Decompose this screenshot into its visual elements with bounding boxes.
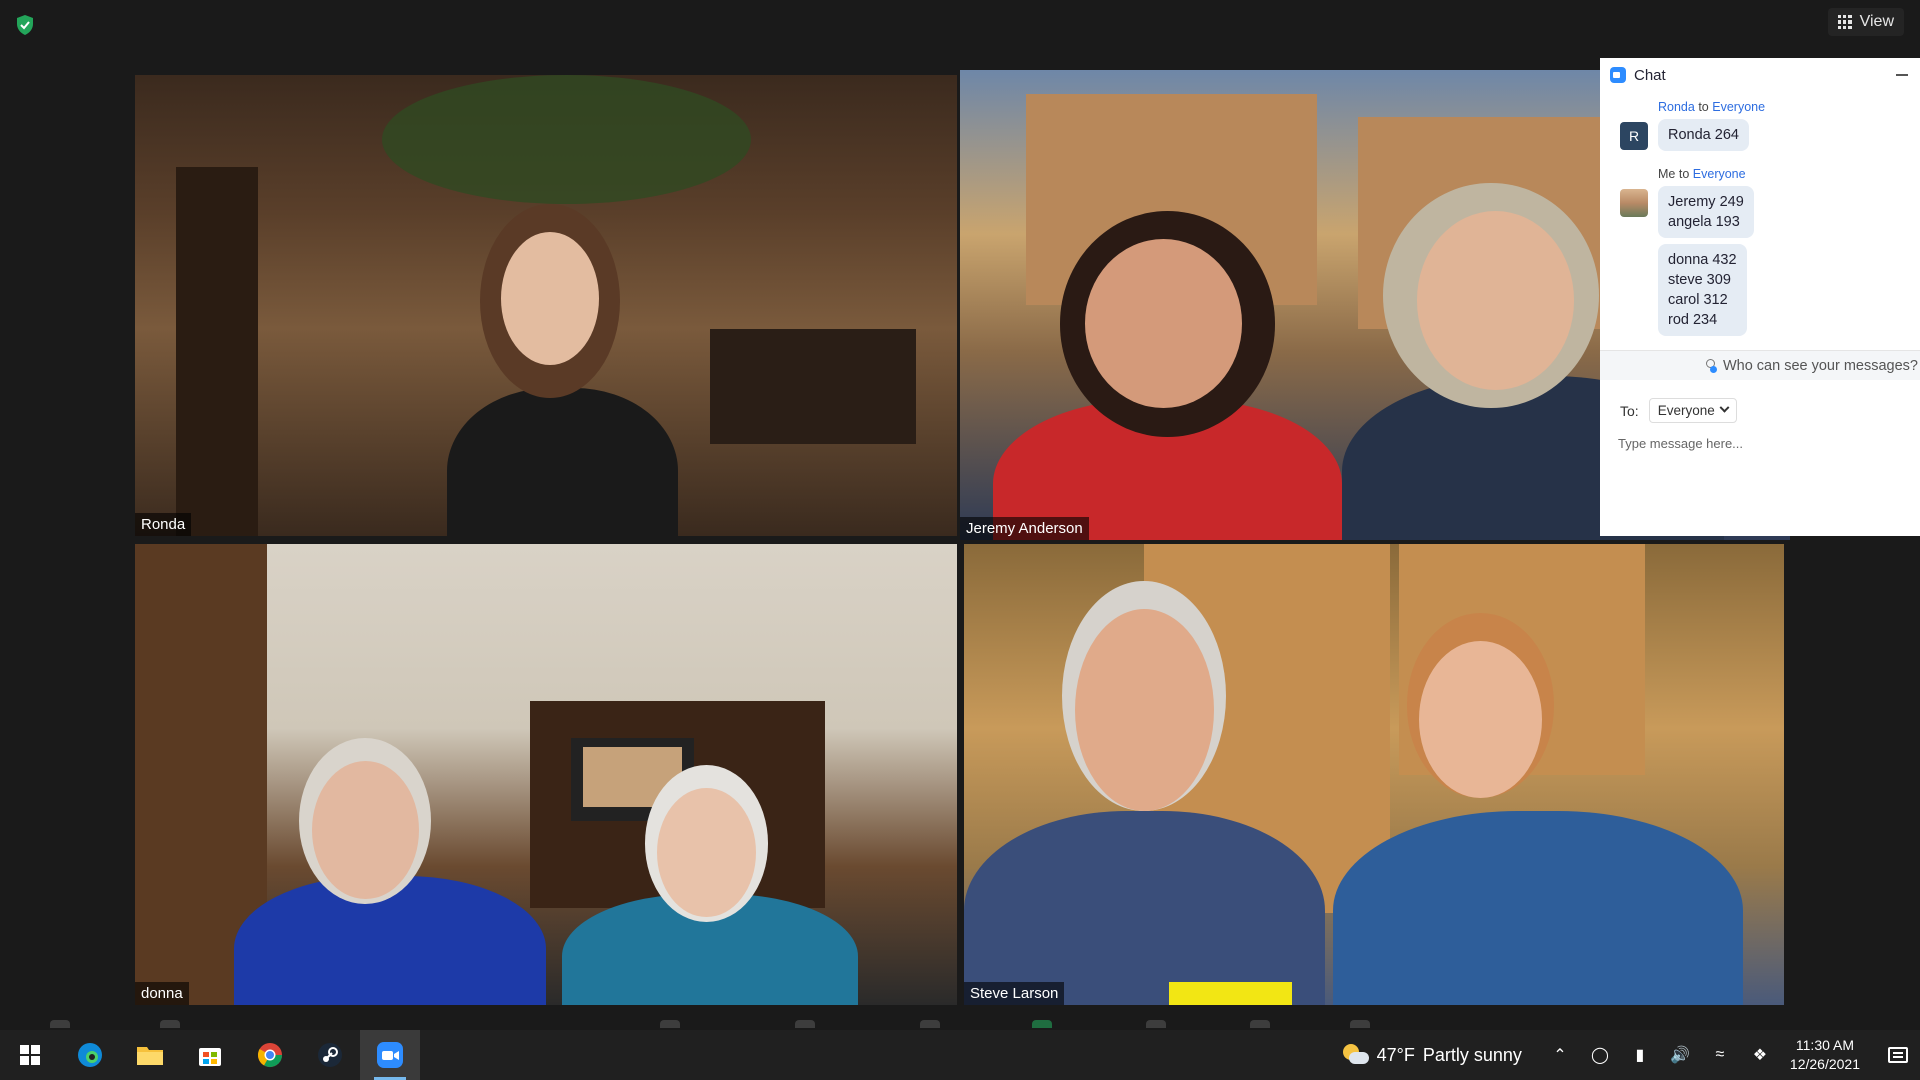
person-visibility-icon bbox=[1703, 358, 1717, 373]
message-meta: Ronda to Everyone bbox=[1658, 100, 1920, 114]
video-tile-ronda[interactable]: Ronda bbox=[135, 75, 957, 536]
weather-temp: 47°F bbox=[1376, 1044, 1415, 1065]
edge-icon[interactable] bbox=[60, 1030, 120, 1080]
clock[interactable]: 11:30 AM 12/26/2021 bbox=[1790, 1036, 1860, 1074]
chat-panel: Chat Ronda to Everyone R Ronda 264 Me to… bbox=[1600, 58, 1920, 536]
chat-bubble[interactable]: Jeremy 249 angela 193 bbox=[1658, 186, 1754, 238]
steam-icon[interactable] bbox=[300, 1030, 360, 1080]
clock-date: 12/26/2021 bbox=[1789, 1056, 1860, 1072]
recipient-name[interactable]: Everyone bbox=[1693, 167, 1746, 181]
clock-time: 11:30 AM bbox=[1795, 1037, 1855, 1053]
chevron-down-icon bbox=[1719, 402, 1730, 413]
zoom-chat-icon bbox=[1610, 67, 1626, 83]
sender-name: Me bbox=[1658, 167, 1676, 181]
view-button[interactable]: View bbox=[1827, 8, 1904, 36]
reactions-control-icon[interactable] bbox=[1250, 1020, 1270, 1028]
participant-name: Ronda bbox=[135, 513, 192, 536]
video-feed bbox=[964, 544, 1784, 1005]
dropbox-icon[interactable]: ❖ bbox=[1740, 1030, 1780, 1080]
participant-name: Steve Larson bbox=[964, 982, 1065, 1005]
microsoft-store-icon[interactable] bbox=[180, 1030, 240, 1080]
participant-name: donna bbox=[135, 982, 189, 1005]
to-word: to bbox=[1698, 100, 1709, 114]
video-control-icon[interactable] bbox=[160, 1020, 180, 1028]
video-tile-steve-larson[interactable]: Steve Larson bbox=[964, 544, 1784, 1005]
meet-now-icon[interactable]: ◯ bbox=[1580, 1030, 1620, 1080]
partly-sunny-icon bbox=[1342, 1044, 1369, 1066]
share-screen-control-icon[interactable] bbox=[1032, 1020, 1052, 1028]
zoom-meeting-window: View Ronda Jeremy Anderson donna Steve L… bbox=[0, 0, 1920, 1080]
weather-condition: Partly sunny bbox=[1422, 1044, 1522, 1065]
message-meta: Me to Everyone bbox=[1658, 167, 1920, 181]
view-label: View bbox=[1859, 13, 1894, 30]
chat-header: Chat bbox=[1600, 58, 1920, 92]
recipient-name[interactable]: Everyone bbox=[1712, 100, 1765, 114]
minimize-icon[interactable] bbox=[1896, 74, 1908, 76]
chrome-icon[interactable] bbox=[240, 1030, 300, 1080]
system-tray: 47°F Partly sunny ⌃ ◯ ▮ 🔊 ≈ ❖ 11:30 AM 1… bbox=[1342, 1030, 1920, 1080]
chat-message-group: Me to Everyone Jeremy 249 angela 193 don… bbox=[1600, 167, 1920, 342]
volume-icon[interactable]: 🔊 bbox=[1660, 1030, 1700, 1080]
battery-icon[interactable]: ▮ bbox=[1620, 1030, 1660, 1080]
avatar: R bbox=[1620, 122, 1648, 150]
windows-logo-icon bbox=[20, 1045, 40, 1065]
chevron-up-icon[interactable]: ⌃ bbox=[1540, 1030, 1580, 1080]
encryption-shield-icon[interactable] bbox=[14, 14, 36, 36]
security-control-icon[interactable] bbox=[660, 1020, 680, 1028]
who-can-see-label: Who can see your messages? bbox=[1722, 357, 1918, 374]
zoom-icon[interactable] bbox=[360, 1030, 420, 1080]
video-feed bbox=[135, 544, 957, 1005]
avatar bbox=[1620, 189, 1648, 217]
chat-bubble[interactable]: donna 432 steve 309 carol 312 rod 234 bbox=[1658, 244, 1747, 336]
recipient-value: Everyone bbox=[1657, 403, 1715, 418]
to-label: To: bbox=[1620, 402, 1639, 419]
chat-bubble[interactable]: Ronda 264 bbox=[1658, 119, 1749, 151]
participants-control-icon[interactable] bbox=[795, 1020, 815, 1028]
chat-message-input[interactable] bbox=[1618, 436, 1908, 516]
recipient-dropdown[interactable]: Everyone bbox=[1648, 398, 1737, 423]
chat-message-group: Ronda to Everyone R Ronda 264 bbox=[1600, 100, 1920, 157]
chat-control-icon[interactable] bbox=[920, 1020, 940, 1028]
weather-widget[interactable]: 47°F Partly sunny bbox=[1342, 1044, 1522, 1066]
to-word: to bbox=[1678, 167, 1690, 181]
file-explorer-icon[interactable] bbox=[120, 1030, 180, 1080]
chat-title: Chat bbox=[1634, 66, 1666, 84]
participant-name: Jeremy Anderson bbox=[960, 517, 1089, 540]
apps-control-icon[interactable] bbox=[1350, 1020, 1370, 1028]
grid-view-icon bbox=[1837, 15, 1852, 29]
recipient-row: To: Everyone bbox=[1620, 398, 1737, 423]
sender-name[interactable]: Ronda bbox=[1658, 100, 1695, 114]
video-feed bbox=[135, 75, 957, 536]
notifications-icon[interactable] bbox=[1876, 1030, 1920, 1080]
windows-taskbar: 47°F Partly sunny ⌃ ◯ ▮ 🔊 ≈ ❖ 11:30 AM 1… bbox=[0, 1030, 1920, 1080]
video-tile-donna[interactable]: donna bbox=[135, 544, 957, 1005]
audio-control-icon[interactable] bbox=[50, 1020, 70, 1028]
start-icon[interactable] bbox=[0, 1030, 60, 1080]
record-control-icon[interactable] bbox=[1146, 1020, 1166, 1028]
wifi-icon[interactable]: ≈ bbox=[1700, 1030, 1740, 1080]
who-can-see-messages[interactable]: Who can see your messages? bbox=[1600, 350, 1920, 380]
